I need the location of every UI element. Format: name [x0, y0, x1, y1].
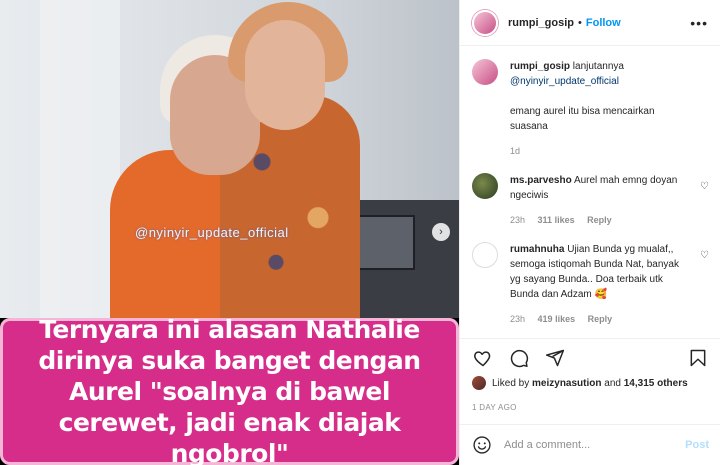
likes-others-link[interactable]: 14,315 others	[624, 378, 688, 389]
watermark: @nyinyir_update_official	[135, 225, 289, 240]
reply-button[interactable]: Reply	[587, 215, 612, 225]
caption-overlay-text: Ternyara ini alasan Nathalie dirinya suk…	[38, 315, 421, 465]
post-comment-button[interactable]: Post	[685, 439, 709, 451]
heart-icon[interactable]: ♡	[700, 250, 709, 261]
heart-icon	[474, 350, 491, 366]
next-slide-button[interactable]: ›	[432, 223, 450, 241]
action-bar	[460, 338, 720, 376]
chevron-right-icon: ›	[439, 226, 443, 238]
comment-likes[interactable]: 311 likes	[538, 215, 575, 225]
post-photo: @nyinyir_update_official ›	[0, 0, 459, 318]
comment-username[interactable]: ms.parvesho	[510, 175, 572, 186]
send-icon	[545, 349, 565, 366]
save-button[interactable]	[687, 347, 709, 369]
avatar[interactable]	[472, 173, 498, 199]
comment-likes[interactable]: 419 likes	[538, 314, 576, 324]
avatar[interactable]	[472, 59, 498, 85]
comments-list[interactable]: rumpi_gosip lanjutannya @nyinyir_update_…	[460, 47, 720, 337]
follow-button[interactable]: Follow	[586, 17, 621, 29]
post-time[interactable]: 1 DAY AGO	[472, 403, 517, 412]
separator-dot: •	[578, 16, 582, 29]
comment-username[interactable]: rumahnuha	[510, 244, 564, 255]
caption-overlay-box: Ternyara ini alasan Nathalie dirinya suk…	[0, 315, 459, 465]
comment-username[interactable]: rumpi_gosip	[510, 61, 570, 72]
comment-button[interactable]	[508, 347, 530, 369]
comment-time[interactable]: 23h	[510, 314, 525, 324]
likes-prefix: Liked by	[492, 377, 530, 389]
mention-link[interactable]: @nyinyir_update_official	[510, 76, 619, 87]
likes-summary: Liked by meizynasution and 14,315 others	[472, 376, 712, 390]
comment-icon	[510, 349, 529, 367]
bookmark-icon	[690, 349, 706, 366]
avatar[interactable]	[472, 376, 486, 390]
avatar[interactable]	[472, 9, 498, 36]
add-comment-bar: Post	[460, 424, 720, 465]
list-item: rumahnuha Ujian Bunda yg mualaf,, semoga…	[472, 242, 709, 327]
post-header: rumpi_gosip • Follow •••	[460, 0, 720, 46]
reply-button[interactable]: Reply	[588, 314, 613, 324]
comment-text: emang aurel itu bisa mencairkan suasana	[510, 106, 655, 132]
emoji-icon[interactable]	[472, 435, 492, 455]
list-item: rumpi_gosip lanjutannya @nyinyir_update_…	[472, 59, 709, 159]
like-button[interactable]	[472, 347, 494, 369]
likes-and: and	[604, 377, 621, 389]
share-button[interactable]	[544, 347, 566, 369]
liked-by-user-link[interactable]: meizynasution	[532, 378, 601, 389]
heart-icon[interactable]: ♡	[700, 181, 709, 192]
more-options-icon[interactable]: •••	[690, 15, 708, 31]
post-side-panel: rumpi_gosip • Follow ••• rumpi_gosip lan…	[459, 0, 720, 465]
comment-text: lanjutannya	[572, 61, 624, 72]
comment-time[interactable]: 23h	[510, 215, 525, 225]
comment-time[interactable]: 1d	[510, 146, 520, 156]
author-username[interactable]: rumpi_gosip	[508, 17, 574, 29]
avatar[interactable]	[472, 242, 498, 268]
post-media[interactable]: @nyinyir_update_official › Ternyara ini …	[0, 0, 459, 465]
comment-input[interactable]	[504, 439, 664, 451]
list-item: ms.parvesho Aurel mah emng doyan ngeciwi…	[472, 173, 709, 228]
